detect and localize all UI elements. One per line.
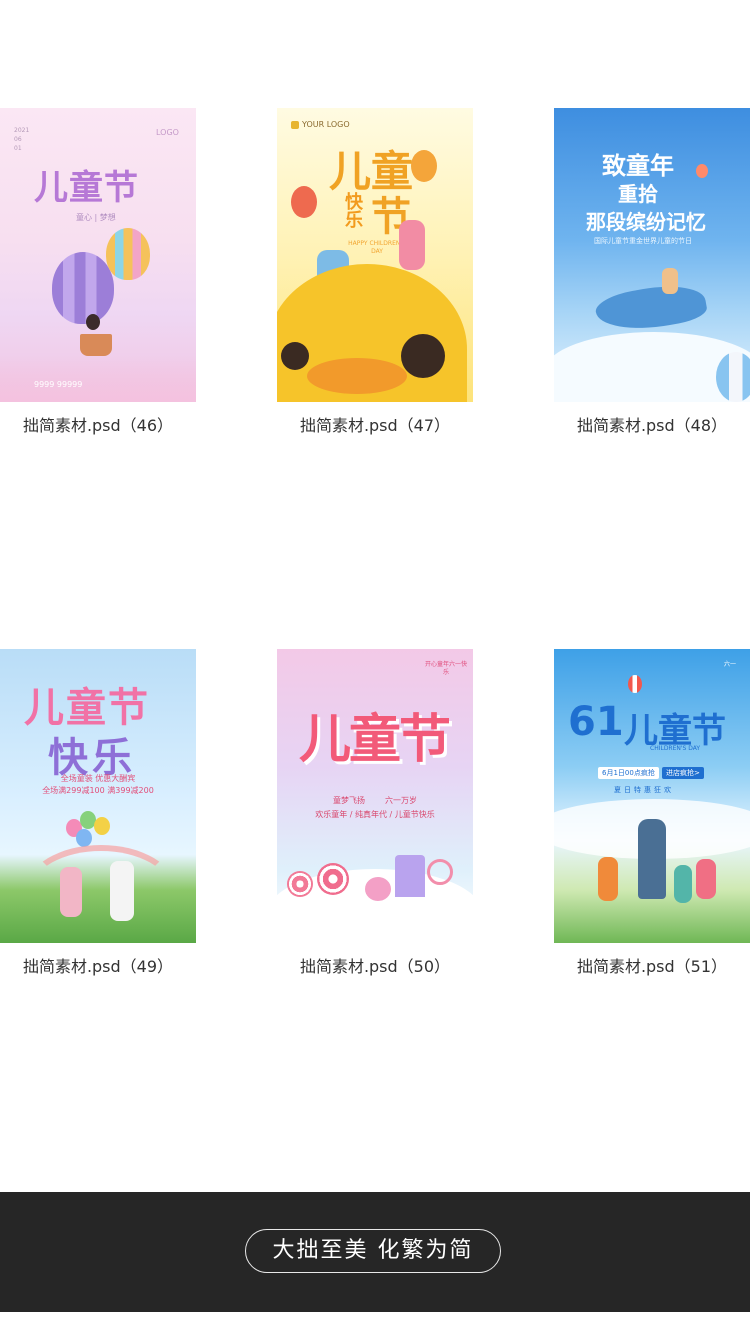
child-boy (110, 861, 134, 921)
poster-title-c: 快乐 (342, 192, 363, 228)
poster-cloud-band (0, 356, 196, 402)
lollipop-2 (317, 863, 349, 895)
balloon-basket (80, 334, 112, 356)
thumbnail-48[interactable]: 致童年 重拾 那段缤纷记忆 国际儿童节重金世界儿童的节日 (554, 108, 750, 402)
poster-tag-2: 六一万岁 (385, 796, 417, 805)
poster-footer-text: 9999 99999 (34, 380, 83, 389)
child-figure (662, 268, 678, 294)
item-caption: 拙简素材.psd（47） (299, 416, 451, 435)
poster-promo-1: 全场童装 优惠大酬宾 (60, 774, 136, 783)
item-caption: 拙简素材.psd（48） (576, 416, 728, 435)
balloon-bottom-right (716, 352, 750, 402)
thumbnail-51[interactable]: 六一 61 儿童节 CHILDREN'S DAY 6月1日00点疯抢 进店疯抢>… (554, 649, 750, 943)
child-girl (399, 220, 425, 270)
poster-logo: YOUR LOGO (291, 120, 350, 129)
whale-shape (593, 278, 709, 338)
thumbnail-47[interactable]: YOUR LOGO 儿童 节 快乐 HAPPY CHILDREN'S DAY (277, 108, 473, 402)
gallery-item-50[interactable]: 开心童年六一快乐 儿童节 童梦飞扬 六一万岁 欢乐童年 / 纯真年代 / 儿童节… (277, 649, 473, 977)
balloon-blue (76, 829, 92, 847)
lollipop-1 (287, 871, 313, 897)
rainbow (26, 845, 176, 935)
balloon-icon (696, 164, 708, 178)
balloon-yellow (94, 817, 110, 835)
candy (365, 877, 391, 901)
gallery-item-48[interactable]: 致童年 重拾 那段缤纷记忆 国际儿童节重金世界儿童的节日 拙简素材.psd（48… (554, 108, 750, 436)
poster-title: 儿童节 (34, 168, 139, 208)
poster-badge: 六一 (724, 661, 737, 668)
poster-promo-2: 全场满299减100 满399减200 (42, 786, 154, 795)
child-girl (60, 867, 82, 917)
item-caption: 拙简素材.psd（50） (299, 957, 451, 976)
thumbnail-46[interactable]: 2021 06 01 LOGO 儿童节 童心 | 梦想 9999 99999 (0, 108, 196, 402)
item-caption: 拙简素材.psd（49） (22, 957, 174, 976)
poster-subtitle: 国际儿童节重金世界儿童的节日 (594, 237, 692, 245)
castle (395, 855, 425, 897)
date-tag: 6月1日00点疯抢 (598, 767, 659, 779)
poster-line-1: 致童年 (602, 152, 674, 180)
poster-subtitle: 童心 | 梦想 (76, 213, 116, 222)
balloon-orange (411, 150, 437, 182)
poster-date: 2021 06 01 (14, 127, 30, 152)
child-figure-1 (598, 857, 618, 901)
poster-line-3: 那段缤纷记忆 (586, 210, 706, 234)
poster-line: 欢乐童年 / 纯真年代 / 儿童节快乐 (315, 810, 435, 819)
child-head (86, 314, 100, 330)
child-figure-3 (696, 859, 716, 899)
balloon-small (106, 228, 150, 280)
duck-eye-left (281, 342, 309, 370)
thumbnail-50[interactable]: 开心童年六一快乐 儿童节 童梦飞扬 六一万岁 欢乐童年 / 纯真年代 / 儿童节… (277, 649, 473, 943)
poster-english: CHILDREN'S DAY (650, 745, 701, 752)
slogan-badge: 大拙至美 化繁为简 (245, 1229, 501, 1273)
poster-top-note: 开心童年六一快乐 (424, 661, 467, 676)
gallery-item-46[interactable]: 2021 06 01 LOGO 儿童节 童心 | 梦想 9999 99999 拙简素… (0, 108, 196, 436)
feature-row: 夏日特惠狂欢 (614, 786, 674, 794)
item-caption: 拙简素材.psd（46） (22, 416, 174, 435)
duck-eye-right (401, 334, 445, 378)
gallery-item-47[interactable]: YOUR LOGO 儿童 节 快乐 HAPPY CHILDREN'S DAY 拙… (277, 108, 473, 436)
gallery-item-51[interactable]: 六一 61 儿童节 CHILDREN'S DAY 6月1日00点疯抢 进店疯抢>… (554, 649, 750, 977)
cta-button[interactable]: 进店疯抢> (662, 767, 704, 779)
poster-line-2: 重拾 (618, 182, 658, 206)
ferris-wheel (427, 859, 453, 885)
child-figure-2 (674, 865, 692, 903)
page: 2021 06 01 LOGO 儿童节 童心 | 梦想 9999 99999 拙简素… (0, 0, 750, 1333)
balloon-large (52, 252, 114, 324)
gallery-item-49[interactable]: 儿童节 快乐 全场童装 优惠大酬宾 全场满299减100 满399减200 拙简… (0, 649, 196, 977)
footer-bar: 大拙至美 化繁为简 (0, 1192, 750, 1312)
poster-title: 儿童节 (299, 710, 451, 770)
adult-figure (638, 819, 666, 899)
poster-title-num: 61 (568, 699, 624, 745)
poster-tag-1: 童梦飞扬 (333, 796, 365, 805)
poster-logo: LOGO (156, 128, 179, 137)
item-caption: 拙简素材.psd（51） (576, 957, 728, 976)
thumbnail-49[interactable]: 儿童节 快乐 全场童装 优惠大酬宾 全场满299减100 满399减200 (0, 649, 196, 943)
poster-english: HAPPY CHILDREN'S DAY (348, 240, 406, 255)
balloon-red (291, 186, 317, 218)
balloon-icon (628, 675, 642, 693)
duck-beak (307, 358, 407, 394)
